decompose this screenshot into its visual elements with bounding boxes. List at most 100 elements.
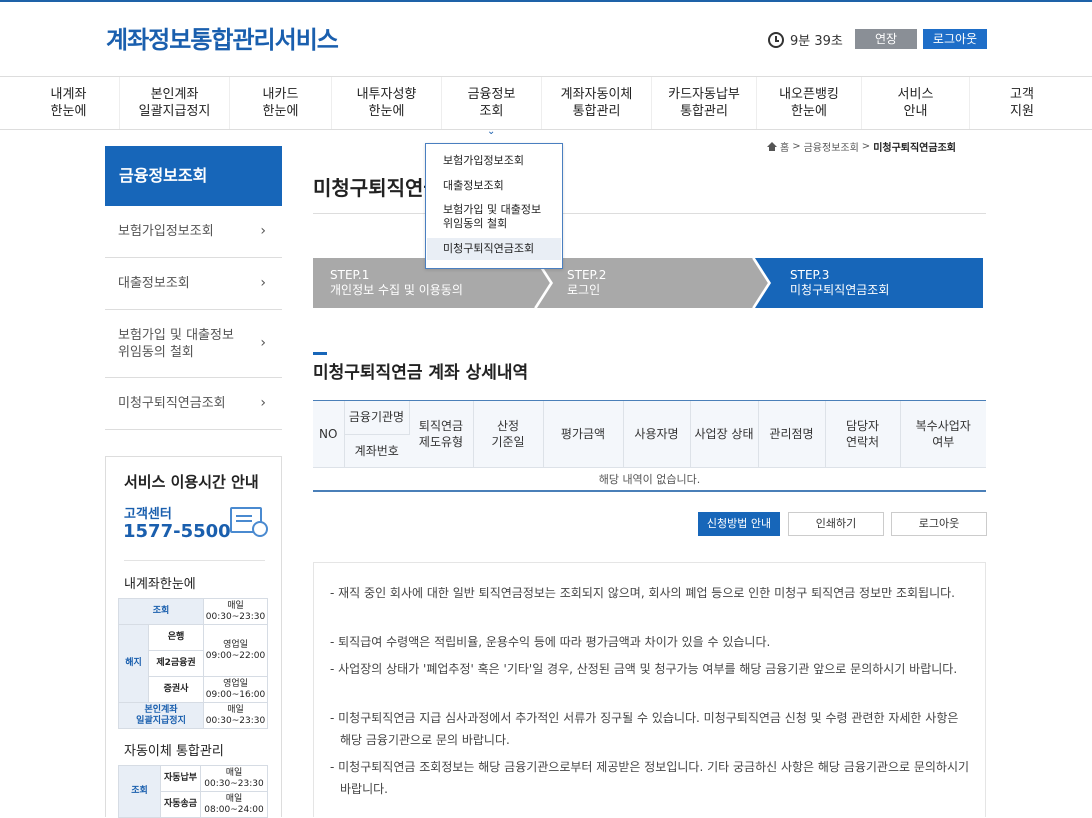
extend-session-button[interactable]: 연장 <box>855 29 917 49</box>
gnb-item-my-accounts[interactable]: 내계좌 한눈에 <box>18 77 120 129</box>
table-cell: 제2금융권 <box>147 650 205 677</box>
step-number: STEP.2 <box>567 268 607 282</box>
table-cell: 매일 08:00~24:00 <box>200 791 268 818</box>
home-icon <box>767 142 777 151</box>
col-header-institution: 금융기관명 <box>344 401 410 435</box>
customer-center-label: 고객센터 <box>124 507 172 522</box>
divider <box>313 213 986 214</box>
step-label: 미청구퇴직연금조회 <box>790 283 890 297</box>
col-header-plan-type: 퇴직연금 제도유형 <box>409 401 474 468</box>
notice-item: - 미청구퇴직연금 조회정보는 해당 금융기관으로부터 제공받은 정보입니다. … <box>330 760 970 796</box>
col-header-multi: 복수사업자 여부 <box>900 401 986 468</box>
step-indicator: STEP.1 개인정보 수집 및 이용동의 STEP.2 로그인 STEP.3 … <box>313 258 983 308</box>
col-header-amount: 평가금액 <box>543 401 624 468</box>
step-2: STEP.2 로그인 <box>567 258 606 308</box>
site-logo[interactable]: 계좌정보통합관리서비스 <box>106 20 339 55</box>
lnb-item-label: 보험가입 및 대출정보 위임동의 철회 <box>118 327 234 360</box>
breadcrumb: 홈 > 금융정보조회 > 미청구퇴직연금조회 <box>767 139 956 154</box>
col-header-branch: 관리점명 <box>758 401 826 468</box>
lnb-item-consent-withdraw[interactable]: 보험가입 및 대출정보 위임동의 철회 › <box>105 310 282 378</box>
lnb-title: 금융정보조회 <box>105 146 282 206</box>
lnb-item-label: 미청구퇴직연금조회 <box>118 396 226 411</box>
gnb-item-payment-stop[interactable]: 본인계좌 일괄지급정지 <box>120 77 230 129</box>
chevron-right-icon: › <box>260 395 266 411</box>
dropdown-item-insurance[interactable]: 보험가입정보조회 <box>427 154 561 168</box>
gnb-item-label: 카드자동납부 통합관리 <box>668 87 740 119</box>
gnb-item-card-autopay[interactable]: 카드자동납부 통합관리 <box>652 77 757 129</box>
table-cell: 자동납부 <box>160 765 201 792</box>
session-timer: 9분 39초 <box>768 30 843 49</box>
dropdown-item-pension[interactable]: 미청구퇴직연금조회 <box>427 238 561 260</box>
lnb-item-label: 보험가입정보조회 <box>118 224 214 239</box>
step-number: STEP.1 <box>330 268 370 282</box>
session-timer-text: 9분 39초 <box>790 34 843 49</box>
col-header-no: NO <box>313 401 345 468</box>
dropdown-item-consent-withdraw[interactable]: 보험가입 및 대출정보 위임동의 철회 <box>427 203 561 231</box>
gnb-item-my-cards[interactable]: 내카드 한눈에 <box>230 77 332 129</box>
table-cell: 은행 <box>147 624 205 651</box>
service-section-title: 내계좌한눈에 <box>124 577 196 592</box>
lnb-item-label: 대출정보조회 <box>118 276 190 291</box>
lnb-item-pension[interactable]: 미청구퇴직연금조회 › <box>105 378 282 430</box>
table-cell: 영업일 09:00~22:00 <box>203 624 268 677</box>
table-cell: 매일 00:30~23:30 <box>203 598 268 625</box>
schedule-icon <box>230 507 268 537</box>
step-number: STEP.3 <box>790 268 830 282</box>
gnb-item-label: 계좌자동이체 통합관리 <box>560 87 633 119</box>
dropdown-item-loan[interactable]: 대출정보조회 <box>427 179 561 193</box>
breadcrumb-separator: > <box>861 141 871 152</box>
chevron-right-icon: › <box>260 275 266 291</box>
breadcrumb-current: 미청구퇴직연금조회 <box>873 143 956 154</box>
notice-box: - 재직 중인 회사에 대한 일반 퇴직연금정보는 조회되지 않으며, 회사의 … <box>313 562 986 817</box>
notice-item: - 재직 중인 회사에 대한 일반 퇴직연금정보는 조회되지 않으며, 회사의 … <box>330 586 955 600</box>
logout-button[interactable]: 로그아웃 <box>891 512 987 536</box>
table-cell: 자동송금 <box>160 791 201 818</box>
col-header-status: 사업장 상태 <box>690 401 759 468</box>
table-cell: 매일 00:30~23:30 <box>200 765 268 792</box>
col-header-base-date: 산정 기준일 <box>473 401 544 468</box>
gnb-item-label: 내투자성향 한눈에 <box>356 87 417 119</box>
lnb-item-insurance[interactable]: 보험가입정보조회 › <box>105 206 282 258</box>
breadcrumb-level1[interactable]: 금융정보조회 <box>804 139 859 154</box>
col-header-contact: 담당자 연락처 <box>825 401 901 468</box>
service-hours-box: 서비스 이용시간 안내 고객센터 1577-5500 내계좌한눈에 조회 매일 … <box>105 456 282 818</box>
table-cell: 증권사 <box>147 676 205 703</box>
customer-center-phone: 1577-5500 <box>123 521 231 542</box>
notice-item: - 퇴직급여 수령액은 적립비율, 운용수익 등에 따라 평가금액과 차이가 있… <box>330 635 771 649</box>
gnb-item-label: 고객 지원 <box>1010 87 1034 119</box>
gnb-item-support[interactable]: 고객 지원 <box>970 77 1074 129</box>
gnb-item-financial-info[interactable]: 금융정보 조회 <box>442 77 542 129</box>
table-cell: 매일 00:30~23:30 <box>203 702 268 729</box>
print-button[interactable]: 인쇄하기 <box>788 512 884 536</box>
top-accent-line <box>0 0 1092 2</box>
notice-item: - 미청구퇴직연금 지급 심사과정에서 추가적인 서류가 징구될 수 있습니다.… <box>330 711 959 747</box>
gnb-item-label: 내카드 한눈에 <box>262 87 299 119</box>
table-cell: 조회 <box>117 598 205 625</box>
pension-detail-table: NO 금융기관명 퇴직연금 제도유형 산정 기준일 평가금액 사용자명 사업장 … <box>313 401 986 492</box>
gnb-item-openbanking[interactable]: 내오픈뱅킹 한눈에 <box>757 77 862 129</box>
gnb-item-label: 내오픈뱅킹 한눈에 <box>779 87 839 119</box>
lnb-item-loan[interactable]: 대출정보조회 › <box>105 258 282 310</box>
table-cell: 해지 <box>118 624 149 703</box>
chevron-right-icon: › <box>260 223 266 239</box>
step-3: STEP.3 미청구퇴직연금조회 <box>790 258 889 308</box>
header-logout-button[interactable]: 로그아웃 <box>923 29 987 49</box>
divider <box>124 560 265 561</box>
col-header-account: 계좌번호 <box>344 434 409 468</box>
hours-table-accounts: 조회 매일 00:30~23:30 해지 은행 영업일 09:00~22:00 … <box>117 598 268 729</box>
chevron-right-icon: › <box>260 335 266 351</box>
gnb-item-label: 서비스 안내 <box>897 87 934 119</box>
service-hours-title: 서비스 이용시간 안내 <box>124 473 259 491</box>
gnb-item-label: 내계좌 한눈에 <box>50 87 87 119</box>
apply-guide-button[interactable]: 신청방법 안내 <box>698 512 780 536</box>
section-title: 미청구퇴직연금 계좌 상세내역 <box>313 363 529 383</box>
table-cell: 본인계좌 일괄지급정지 <box>117 702 205 729</box>
hours-table-autotransfer: 조회 자동납부 매일 00:30~23:30 자동송금 매일 08:00~24:… <box>118 765 268 818</box>
table-cell: 영업일 09:00~16:00 <box>203 676 268 703</box>
chevron-down-icon: ⌄ <box>487 126 496 137</box>
breadcrumb-home[interactable]: 홈 <box>780 139 789 154</box>
gnb-item-investment[interactable]: 내투자성향 한눈에 <box>332 77 442 129</box>
gnb-item-auto-transfer[interactable]: 계좌자동이체 통합관리 <box>542 77 652 129</box>
table-empty-message: 해당 내역이 없습니다. <box>313 467 986 492</box>
gnb-item-service-guide[interactable]: 서비스 안내 <box>862 77 970 129</box>
